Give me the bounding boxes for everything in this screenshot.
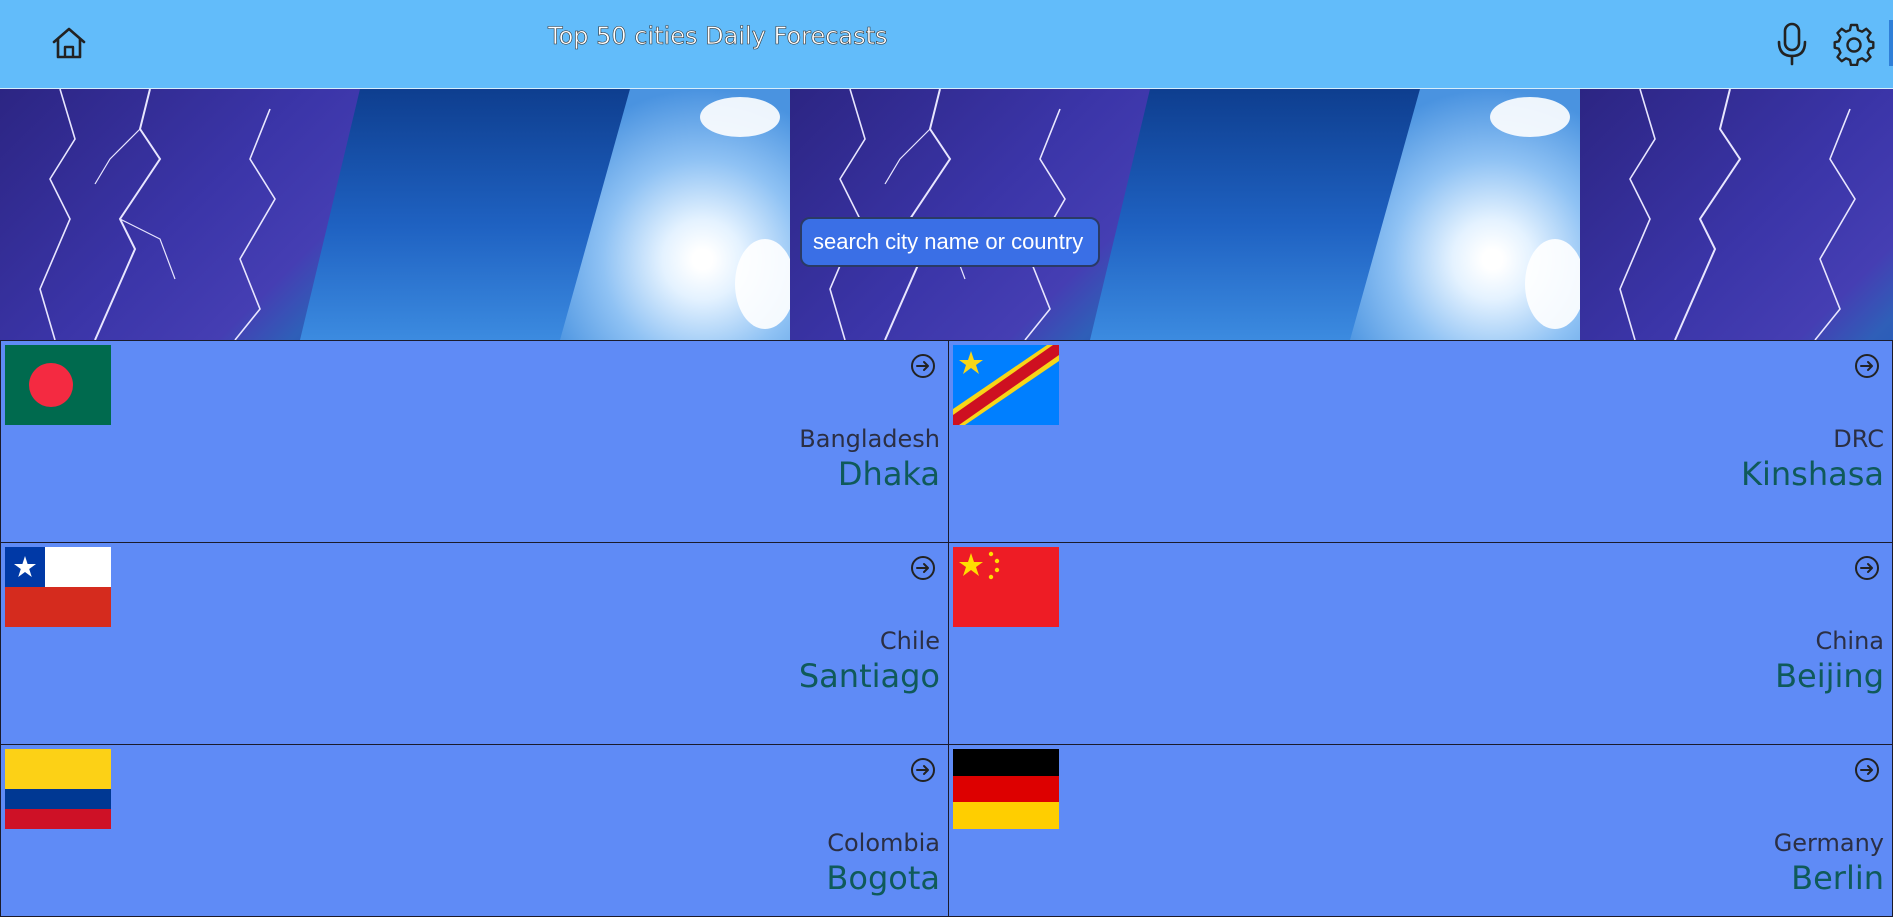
city-label: Beijing [1775, 657, 1884, 695]
germany-flag-icon [953, 749, 1059, 829]
arrow-right-circle-icon[interactable] [910, 757, 936, 783]
microphone-icon[interactable] [1774, 22, 1810, 66]
arrow-right-circle-icon[interactable] [1854, 757, 1880, 783]
banner-tile [0, 89, 790, 340]
home-icon[interactable] [50, 24, 88, 62]
app-header: Top 50 cities Daily Forecasts [0, 0, 1893, 89]
city-label: Dhaka [837, 455, 940, 493]
city-card-dhaka[interactable]: Bangladesh Dhaka [0, 340, 949, 543]
arrow-right-circle-icon[interactable] [1854, 555, 1880, 581]
city-grid: Bangladesh Dhaka DRC Kinshasa Chile Sant… [0, 340, 1893, 917]
city-card-bogota[interactable]: Colombia Bogota [0, 744, 949, 917]
weather-banner [0, 89, 1893, 340]
page-title: Top 50 cities Daily Forecasts [548, 22, 888, 51]
country-label: Germany [1773, 829, 1884, 857]
city-label: Bogota [826, 859, 940, 897]
search-input[interactable] [800, 217, 1100, 267]
drc-flag-icon [953, 345, 1059, 425]
country-label: China [1815, 627, 1884, 655]
arrow-right-circle-icon[interactable] [910, 555, 936, 581]
gear-icon[interactable] [1832, 22, 1876, 66]
arrow-right-circle-icon[interactable] [1854, 353, 1880, 379]
city-card-santiago[interactable]: Chile Santiago [0, 542, 949, 745]
scroll-edge [1889, 20, 1893, 66]
chile-flag-icon [5, 547, 111, 627]
banner-tile [1580, 89, 1893, 340]
city-label: Santiago [798, 657, 940, 695]
china-flag-icon [953, 547, 1059, 627]
city-label: Kinshasa [1741, 455, 1884, 493]
colombia-flag-icon [5, 749, 111, 829]
arrow-right-circle-icon[interactable] [910, 353, 936, 379]
city-label: Berlin [1791, 859, 1884, 897]
country-label: Colombia [827, 829, 940, 857]
banner-tile [790, 89, 1580, 340]
country-label: DRC [1833, 425, 1884, 453]
city-card-berlin[interactable]: Germany Berlin [948, 744, 1893, 917]
country-label: Bangladesh [799, 425, 940, 453]
city-card-kinshasa[interactable]: DRC Kinshasa [948, 340, 1893, 543]
city-card-beijing[interactable]: China Beijing [948, 542, 1893, 745]
country-label: Chile [879, 627, 940, 655]
bangladesh-flag-icon [5, 345, 111, 425]
